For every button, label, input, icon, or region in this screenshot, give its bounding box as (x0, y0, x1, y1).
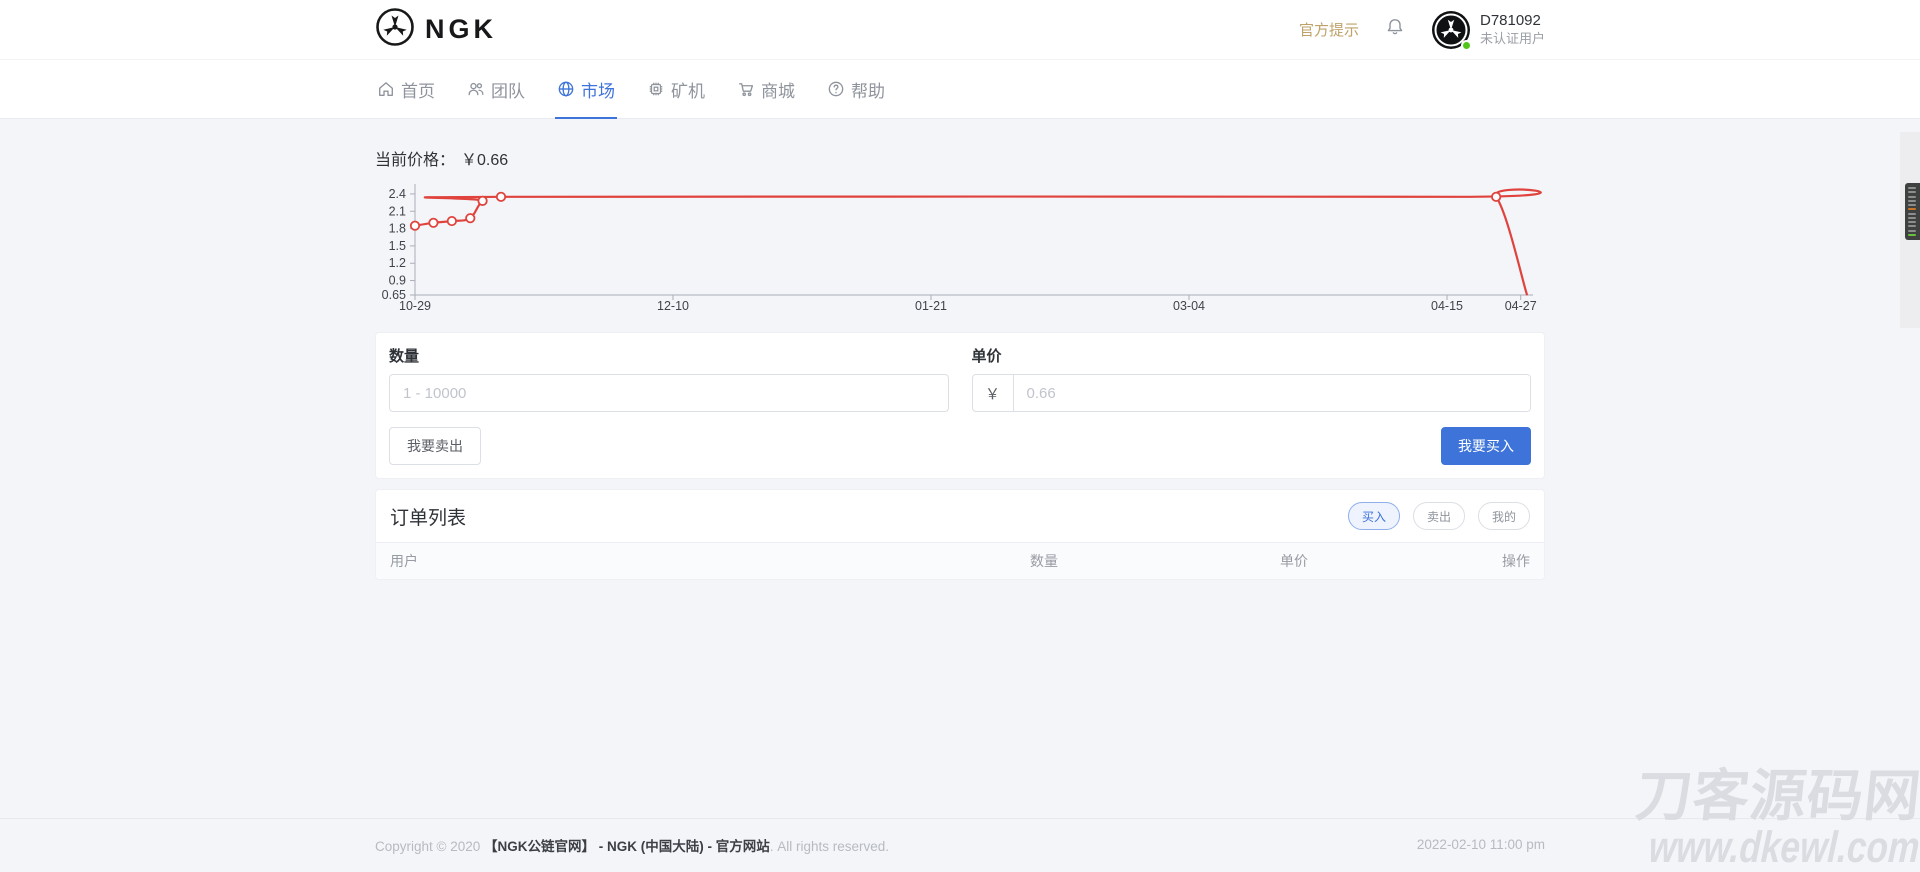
filter-buy-pill[interactable]: 买入 (1348, 502, 1400, 530)
nav-item-miner[interactable]: 矿机 (645, 60, 707, 118)
quantity-label: 数量 (389, 345, 949, 366)
user-id: D781092 (1480, 12, 1545, 31)
indicator-line (1908, 208, 1916, 210)
unit-price-label: 单价 (972, 345, 1532, 366)
order-list-title: 订单列表 (390, 503, 466, 530)
currency-prefix: ￥ (973, 375, 1014, 411)
ngk-logo-icon (375, 7, 415, 52)
indicator-line (1908, 217, 1916, 219)
nav-item-team[interactable]: 团队 (465, 60, 527, 118)
svg-text:04-27: 04-27 (1505, 299, 1537, 313)
nav-item-mall[interactable]: 商城 (735, 60, 797, 118)
indicator-line (1908, 200, 1916, 202)
capture-indicator-widget[interactable] (1905, 183, 1920, 240)
user-menu[interactable]: D781092 未认证用户 (1431, 10, 1545, 50)
indicator-line (1908, 213, 1916, 215)
indicator-line (1908, 221, 1916, 223)
svg-text:2.4: 2.4 (389, 187, 406, 201)
nav-item-help[interactable]: 帮助 (825, 60, 887, 118)
svg-text:10-29: 10-29 (399, 299, 431, 313)
unit-price-input[interactable] (1014, 375, 1531, 411)
footer: Copyright © 2020 【NGK公链官网】 - NGK (中国大陆) … (0, 818, 1920, 870)
chip-icon (647, 80, 665, 98)
svg-text:01-21: 01-21 (915, 299, 947, 313)
svg-text:03-04: 03-04 (1173, 299, 1205, 313)
col-quantity: 数量 (1030, 551, 1280, 571)
indicator-line (1908, 234, 1916, 236)
svg-text:1.8: 1.8 (389, 222, 406, 236)
filter-sell-pill[interactable]: 卖出 (1413, 502, 1465, 530)
sell-button[interactable]: 我要卖出 (389, 427, 481, 465)
brand[interactable]: NGK (375, 7, 497, 52)
buy-button[interactable]: 我要买入 (1441, 427, 1531, 465)
indicator-line (1908, 204, 1916, 206)
indicator-line (1908, 225, 1916, 227)
nav-item-home[interactable]: 首页 (375, 60, 437, 118)
filter-mine-pill[interactable]: 我的 (1478, 502, 1530, 530)
globe-icon (557, 80, 575, 98)
copyright-text: Copyright © 2020 【NGK公链官网】 - NGK (中国大陆) … (375, 835, 889, 855)
main-nav: 首页 团队 (0, 60, 1920, 119)
current-price-value: ￥0.66 (461, 152, 508, 169)
col-user: 用户 (390, 551, 1030, 571)
nav-item-market[interactable]: 市场 (555, 60, 617, 118)
order-list-card: 订单列表 买入 卖出 我的 用户 数量 单价 操作 (375, 489, 1545, 580)
current-price: 当前价格：￥0.66 (375, 146, 1545, 170)
indicator-line (1908, 187, 1916, 189)
home-icon (377, 80, 395, 98)
svg-text:1.5: 1.5 (389, 239, 406, 253)
svg-text:0.9: 0.9 (389, 274, 406, 288)
svg-text:04-15: 04-15 (1431, 299, 1463, 313)
online-status-dot (1461, 40, 1472, 51)
footer-timestamp: 2022-02-10 11:00 pm (1417, 837, 1545, 852)
indicator-line (1908, 230, 1916, 232)
svg-text:12-10: 12-10 (657, 299, 689, 313)
indicator-line (1908, 196, 1916, 198)
brand-text: NGK (425, 14, 497, 45)
col-action: 操作 (1460, 551, 1530, 571)
team-icon (467, 80, 485, 98)
indicator-line (1908, 191, 1916, 193)
main-content: 当前价格：￥0.66 2.42.11.81.51.20.90.6510-2912… (0, 119, 1920, 818)
svg-text:1.2: 1.2 (389, 256, 406, 270)
user-status: 未认证用户 (1480, 31, 1545, 47)
bell-icon[interactable] (1385, 17, 1405, 42)
svg-text:2.1: 2.1 (389, 204, 406, 218)
official-tip-link[interactable]: 官方提示 (1299, 19, 1359, 40)
quantity-input[interactable] (389, 374, 949, 412)
header: NGK 官方提示 (0, 0, 1920, 119)
col-unit-price: 单价 (1280, 551, 1460, 571)
order-table-header: 用户 数量 单价 操作 (376, 542, 1544, 579)
cart-icon (737, 80, 755, 98)
trade-form-card: 数量 单价 ￥ 我要卖出 我要买入 (375, 332, 1545, 479)
price-chart: 2.42.11.81.51.20.90.6510-2912-1001-2103-… (375, 180, 1545, 316)
help-icon (827, 80, 845, 98)
